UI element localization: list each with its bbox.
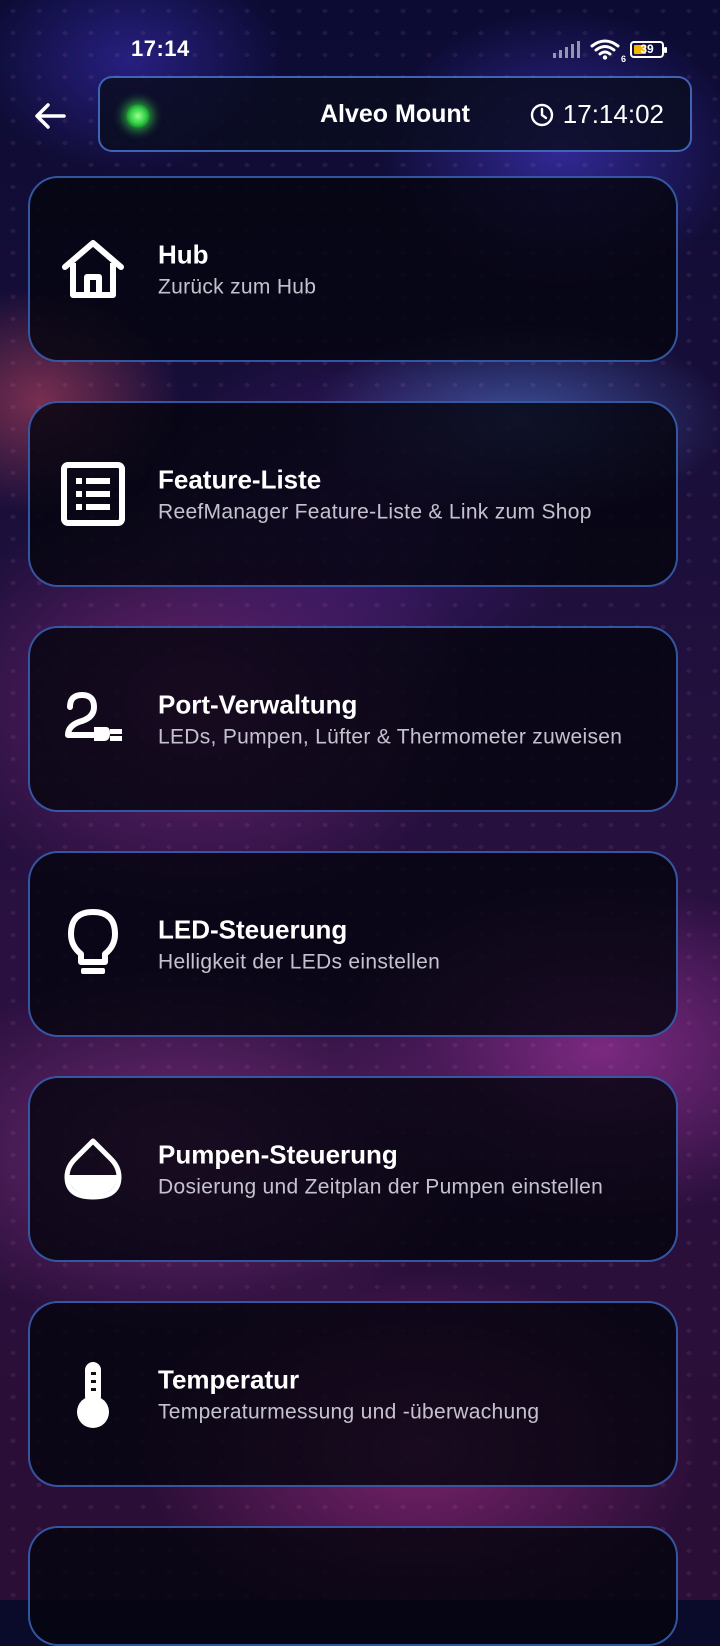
status-icons: 6 39 — [553, 38, 667, 64]
clock-time: 17:14:02 — [562, 99, 664, 129]
device-header: Alveo Mount 17:14:02 — [98, 76, 692, 152]
menu-card-partial[interactable] — [28, 1526, 678, 1646]
menu-card-feature-list[interactable]: Feature-Liste ReefManager Feature-Liste … — [28, 401, 678, 587]
arrow-left-icon — [35, 103, 66, 129]
menu-title: Hub — [158, 239, 209, 270]
menu-title: Port-Verwaltung — [158, 689, 358, 720]
menu-subtitle: Temperaturmessung und -überwachung — [158, 1400, 540, 1424]
menu-title: Feature-Liste — [158, 464, 322, 495]
menu-subtitle: Zurück zum Hub — [158, 275, 317, 299]
thermometer-icon — [58, 1359, 128, 1429]
clock-icon — [530, 103, 553, 126]
home-icon — [58, 234, 128, 304]
status-time: 17:14 — [131, 36, 190, 61]
menu-subtitle: Helligkeit der LEDs einstellen — [158, 950, 441, 974]
menu-card-temperature[interactable]: Temperatur Temperaturmessung und -überwa… — [28, 1301, 678, 1487]
battery-icon: 39 — [630, 40, 667, 58]
status-bar: 17:14 6 39 — [0, 0, 720, 70]
menu-title: Pumpen-Steuerung — [158, 1139, 398, 1170]
menu-card-hub[interactable]: Hub Zurück zum Hub — [28, 176, 678, 362]
plug-icon — [58, 684, 128, 754]
list-icon — [58, 459, 128, 529]
back-button[interactable] — [30, 92, 70, 140]
menu-card-led-control[interactable]: LED-Steuerung Helligkeit der LEDs einste… — [28, 851, 678, 1037]
menu-title: Temperatur — [158, 1364, 300, 1395]
menu-card-port-management[interactable]: Port-Verwaltung LEDs, Pumpen, Lüfter & T… — [28, 626, 678, 812]
battery-percent: 39 — [640, 42, 654, 56]
menu-title: LED-Steuerung — [158, 914, 348, 945]
menu-subtitle: Dosierung und Zeitplan der Pumpen einste… — [158, 1175, 604, 1199]
wifi-badge: 6 — [620, 54, 626, 64]
menu-card-pump-control[interactable]: Pumpen-Steuerung Dosierung und Zeitplan … — [28, 1076, 678, 1262]
menu-subtitle: ReefManager Feature-Liste & Link zum Sho… — [158, 500, 592, 524]
lightbulb-icon — [58, 909, 128, 979]
drop-icon — [58, 1134, 128, 1204]
device-clock: 17:14:02 — [530, 99, 664, 130]
signal-icon — [553, 40, 580, 58]
menu-subtitle: LEDs, Pumpen, Lüfter & Thermometer zuwei… — [158, 725, 623, 749]
wifi-icon: 6 — [590, 38, 626, 64]
